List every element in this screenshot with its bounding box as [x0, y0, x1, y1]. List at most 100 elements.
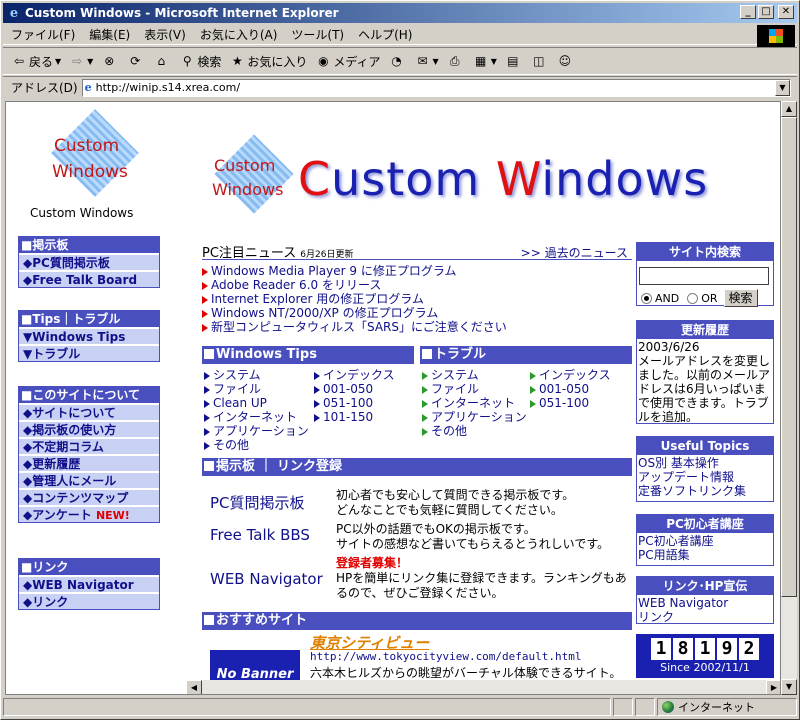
refresh-button[interactable]: ⟳ [127, 53, 145, 69]
stop-button[interactable]: ⊗ [101, 53, 119, 69]
beginner-title: PC初心者講座 [637, 515, 773, 533]
menu-favorites[interactable]: お気に入り(A) [200, 26, 278, 43]
beginner-link[interactable]: PC用語集 [638, 548, 772, 562]
link-links[interactable]: ◆リンク [19, 592, 159, 609]
scroll-up-button[interactable]: ▲ [781, 101, 797, 117]
tips-link[interactable]: 001-050 [314, 382, 395, 396]
search-input[interactable] [639, 267, 769, 285]
linkhp-link[interactable]: WEB Navigator [638, 596, 772, 610]
back-button[interactable]: ⇦ 戻る ▼ [11, 53, 61, 70]
mail-button[interactable]: ✉ ▼ [415, 53, 439, 69]
arrow-icon [202, 281, 208, 290]
scroll-down-button[interactable]: ▼ [781, 679, 797, 695]
tips-link[interactable]: 101-150 [314, 410, 395, 424]
forward-arrow-icon: ⇨ [72, 54, 83, 68]
logo-caption: Custom Windows [30, 206, 134, 220]
trouble-link[interactable]: その他 [422, 424, 527, 438]
tips-col2: インデックス 001-050 051-100 101-150 [314, 368, 395, 424]
bbs-name-link[interactable]: Free Talk BBS [210, 526, 310, 544]
scroll-thumb[interactable] [781, 117, 797, 597]
tips-link[interactable]: ファイル [204, 382, 309, 396]
useful-link[interactable]: アップデート情報 [638, 470, 772, 484]
menu-view[interactable]: 表示(V) [144, 26, 186, 43]
research-button[interactable]: ◫ [531, 53, 549, 69]
box-links: ■リンク ◆WEB Navigator ◆リンク [18, 558, 160, 610]
link-column[interactable]: ◆不定期コラム [19, 437, 159, 454]
link-windows-tips[interactable]: ▼Windows Tips [19, 327, 159, 344]
link-mail-admin[interactable]: ◆管理人にメール [19, 471, 159, 488]
vertical-scrollbar[interactable]: ▲ ▼ [781, 101, 797, 695]
trouble-link[interactable]: アプリケーション [422, 410, 527, 424]
tips-link[interactable]: その他 [204, 438, 309, 452]
beginner-link[interactable]: PC初心者講座 [638, 534, 772, 548]
security-zone: インターネット [657, 698, 797, 716]
link-bbs-usage[interactable]: ◆掲示板の使い方 [19, 420, 159, 437]
tips-link[interactable]: システム [204, 368, 309, 382]
trouble-link[interactable]: インデックス [530, 368, 611, 382]
news-title: PC注目ニュース [202, 246, 297, 261]
trouble-link[interactable]: ファイル [422, 382, 527, 396]
title-bar[interactable]: e Custom Windows - Microsoft Internet Ex… [3, 3, 797, 23]
bbs-name-link[interactable]: PC質問掲示板 [210, 492, 305, 513]
link-pc-bbs[interactable]: ◆PC質問掲示板 [19, 253, 159, 270]
minimize-button[interactable]: _ [740, 5, 756, 19]
trouble-link[interactable]: インターネット [422, 396, 527, 410]
linkhp-link[interactable]: リンク [638, 610, 772, 624]
search-button[interactable]: ⚲ 検索 [179, 53, 221, 70]
or-radio[interactable] [687, 292, 699, 304]
menu-file[interactable]: ファイル(F) [11, 26, 75, 43]
refresh-icon: ⟳ [130, 54, 141, 68]
link-about-site[interactable]: ◆サイトについて [19, 403, 159, 420]
site-banner: Custom Windows Custom Windows [186, 102, 780, 242]
messenger-icon: ☺ [558, 54, 572, 68]
messenger-button[interactable]: ☺ [557, 53, 575, 69]
recommend-url[interactable]: http://www.tokyocityview.com/default.htm… [310, 650, 582, 663]
menu-edit[interactable]: 編集(E) [89, 26, 130, 43]
trouble-link[interactable]: システム [422, 368, 527, 382]
site-search-box: サイト内検索 AND OR 検索 [636, 242, 774, 307]
link-free-talk[interactable]: ◆Free Talk Board [19, 270, 159, 287]
useful-link[interactable]: OS別 基本操作 [638, 456, 772, 470]
address-dropdown-button[interactable]: ▼ [775, 79, 790, 96]
favorites-button[interactable]: ★ お気に入り [229, 53, 307, 70]
past-news-link[interactable]: >> 過去のニュース [521, 244, 628, 261]
news-item[interactable]: Adobe Reader 6.0 をリリース [202, 278, 632, 292]
history-text: メールアドレスを変更しました。以前のメールアドレスは6月いっぱいまで使用できます… [638, 354, 771, 424]
search-submit-button[interactable]: 検索 [723, 289, 758, 307]
and-radio[interactable] [641, 292, 652, 304]
useful-link[interactable]: 定番ソフトリンク集 [638, 484, 772, 498]
bbs-name-link[interactable]: WEB Navigator [210, 570, 323, 588]
news-item[interactable]: Windows Media Player 9 に修正プログラム [202, 264, 632, 278]
media-button[interactable]: ◉ メディア [315, 53, 380, 70]
horizontal-scrollbar[interactable]: ◀ ▶ [186, 680, 780, 694]
news-item[interactable]: Internet Explorer 用の修正プログラム [202, 292, 632, 306]
news-item[interactable]: Windows NT/2000/XP の修正プログラム [202, 306, 632, 320]
print-button[interactable]: ⎙ [447, 53, 465, 69]
scroll-left-button[interactable]: ◀ [186, 680, 202, 694]
site-logo[interactable]: Custom Windows [46, 109, 139, 204]
home-button[interactable]: ⌂ [153, 53, 171, 69]
maximize-button[interactable]: □ [758, 5, 774, 19]
close-button[interactable]: ✕ [778, 5, 794, 19]
link-content-map[interactable]: ◆コンテンツマップ [19, 488, 159, 505]
link-web-navigator[interactable]: ◆WEB Navigator [19, 575, 159, 592]
trouble-link[interactable]: 051-100 [530, 396, 611, 410]
history-button[interactable]: ◔ [389, 53, 407, 69]
tips-link[interactable]: 051-100 [314, 396, 395, 410]
tips-link[interactable]: インターネット [204, 410, 309, 424]
menu-help[interactable]: ヘルプ(H) [358, 26, 412, 43]
trouble-link[interactable]: 001-050 [530, 382, 611, 396]
address-input[interactable]: e http://winip.s14.xrea.com/ ▼ [81, 78, 791, 97]
link-survey[interactable]: ◆アンケート NEW! [19, 505, 159, 522]
link-history[interactable]: ◆更新履歴 [19, 454, 159, 471]
tips-link[interactable]: インデックス [314, 368, 395, 382]
forward-button[interactable]: ⇨ ▼ [69, 53, 93, 69]
scroll-right-button[interactable]: ▶ [766, 680, 780, 694]
menu-tools[interactable]: ツール(T) [291, 26, 344, 43]
discuss-button[interactable]: ▤ [505, 53, 523, 69]
tips-link[interactable]: Clean UP [204, 396, 309, 410]
news-item[interactable]: 新型コンピュータウィルス「SARS」にご注意ください [202, 320, 632, 334]
tips-link[interactable]: アプリケーション [204, 424, 309, 438]
edit-button[interactable]: ▦ ▼ [473, 53, 497, 69]
link-trouble[interactable]: ▼トラブル [19, 344, 159, 361]
